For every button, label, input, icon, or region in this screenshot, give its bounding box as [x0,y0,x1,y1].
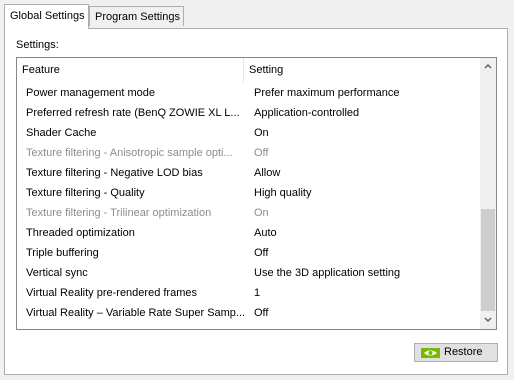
restore-button-label: Restore [444,346,483,358]
feature-cell: Threaded optimization [26,227,135,239]
settings-row[interactable]: Virtual Reality – Variable Rate Super Sa… [17,303,482,323]
settings-row[interactable]: Threaded optimization Auto [17,223,482,243]
settings-row[interactable]: Texture filtering - Quality High quality [17,183,482,203]
tab-global-settings[interactable]: Global Settings [4,4,89,29]
column-header-setting[interactable]: Setting [244,58,482,83]
list-rows: Power management mode Prefer maximum per… [17,83,482,323]
chevron-up-icon [484,63,492,69]
feature-cell: Texture filtering - Negative LOD bias [26,167,203,179]
setting-cell[interactable]: Off [254,303,479,323]
settings-row[interactable]: Shader Cache On [17,123,482,143]
scroll-down-button[interactable] [480,312,496,329]
restore-button[interactable]: Restore [414,343,498,362]
setting-cell[interactable]: Prefer maximum performance [254,83,479,103]
settings-row[interactable]: Triple buffering Off [17,243,482,263]
feature-cell: Virtual Reality – Variable Rate Super Sa… [26,307,244,319]
setting-cell[interactable]: Application-controlled [254,103,479,123]
feature-cell: Preferred refresh rate (BenQ ZOWIE XL L.… [26,107,240,119]
setting-cell[interactable]: Allow [254,163,479,183]
feature-cell: Triple buffering [26,247,99,259]
feature-cell: Texture filtering - Anisotropic sample o… [26,147,233,159]
settings-row-disabled: Texture filtering - Anisotropic sample o… [17,143,482,163]
column-header-feature[interactable]: Feature [17,58,244,83]
feature-cell: Texture filtering - Trilinear optimizati… [26,207,212,219]
nvidia-logo-icon [421,348,440,358]
feature-cell: Texture filtering - Quality [26,187,145,199]
settings-list[interactable]: Feature Setting Power management mode Pr… [16,57,497,330]
feature-cell: Shader Cache [26,127,97,139]
settings-row-disabled: Texture filtering - Trilinear optimizati… [17,203,482,223]
setting-cell[interactable]: On [254,123,479,143]
feature-cell: Power management mode [26,87,156,99]
settings-row[interactable]: Power management mode Prefer maximum per… [17,83,482,103]
settings-label: Settings: [16,39,59,51]
scrollbar-thumb[interactable] [481,209,495,311]
chevron-down-icon [484,317,492,323]
vertical-scrollbar[interactable] [480,58,496,329]
scroll-up-button[interactable] [480,58,496,75]
setting-cell[interactable]: High quality [254,183,479,203]
setting-cell[interactable]: Auto [254,223,479,243]
global-settings-panel: Settings: Feature Setting Power manageme… [4,28,508,375]
settings-row[interactable]: Texture filtering - Negative LOD bias Al… [17,163,482,183]
setting-cell[interactable]: Use the 3D application setting [254,263,479,283]
settings-row[interactable]: Virtual Reality pre-rendered frames 1 [17,283,482,303]
setting-cell: Off [254,147,269,159]
setting-cell: On [254,207,269,219]
setting-cell[interactable]: 1 [254,283,479,303]
feature-cell: Virtual Reality pre-rendered frames [26,287,197,299]
settings-row[interactable]: Vertical sync Use the 3D application set… [17,263,482,283]
setting-cell[interactable]: Off [254,243,479,263]
settings-row[interactable]: Preferred refresh rate (BenQ ZOWIE XL L.… [17,103,482,123]
feature-cell: Vertical sync [26,267,88,279]
tab-program-settings[interactable]: Program Settings [89,6,184,26]
list-header: Feature Setting [17,58,482,83]
